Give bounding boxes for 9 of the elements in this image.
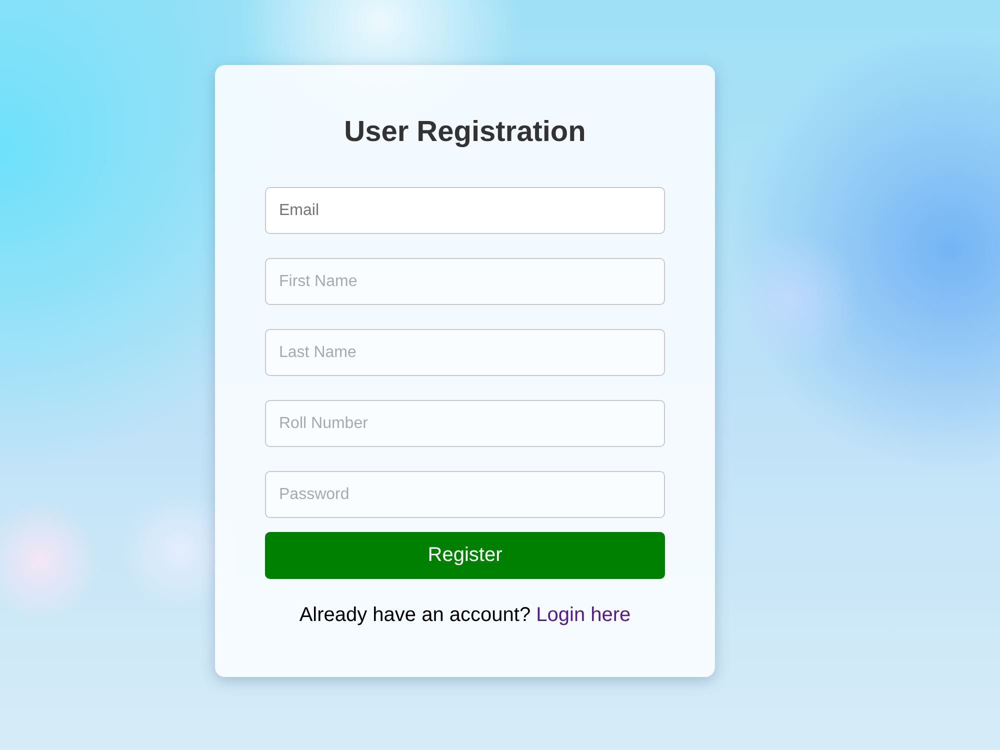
login-prompt: Already have an account? Login here: [298, 603, 632, 627]
input-field[interactable]: Email: [265, 187, 665, 234]
input-field[interactable]: First Name: [265, 258, 665, 305]
input-field[interactable]: Last Name: [265, 329, 665, 376]
register-button[interactable]: Register: [265, 532, 665, 579]
form-title: User Registration: [343, 115, 587, 150]
input-field[interactable]: Password: [265, 471, 665, 518]
login-link[interactable]: Login here: [536, 604, 631, 626]
input-field[interactable]: Roll Number: [265, 400, 665, 447]
